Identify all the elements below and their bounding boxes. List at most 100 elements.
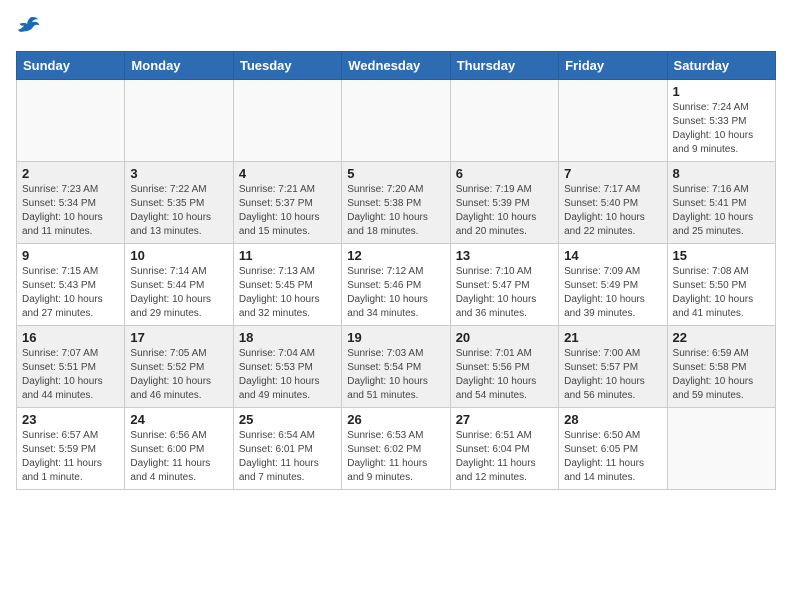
day-number: 23 bbox=[22, 412, 119, 427]
calendar-cell: 5 Sunrise: 7:20 AM Sunset: 5:38 PM Daylig… bbox=[342, 162, 450, 244]
day-number: 20 bbox=[456, 330, 553, 345]
day-of-week-header: Thursday bbox=[450, 52, 558, 80]
day-info: Sunrise: 7:12 AM Sunset: 5:46 PM Dayligh… bbox=[347, 265, 444, 321]
day-number: 4 bbox=[239, 166, 336, 181]
calendar-cell: 23 Sunrise: 6:57 AM Sunset: 5:59 PM Dayli… bbox=[17, 408, 125, 490]
day-number: 26 bbox=[347, 412, 444, 427]
day-info: Sunrise: 7:14 AM Sunset: 5:44 PM Dayligh… bbox=[130, 265, 227, 321]
day-number: 12 bbox=[347, 248, 444, 263]
day-info: Sunrise: 7:08 AM Sunset: 5:50 PM Dayligh… bbox=[673, 265, 770, 321]
day-number: 14 bbox=[564, 248, 661, 263]
logo bbox=[16, 16, 44, 41]
calendar-cell: 4 Sunrise: 7:21 AM Sunset: 5:37 PM Daylig… bbox=[233, 162, 341, 244]
day-number: 6 bbox=[456, 166, 553, 181]
day-info: Sunrise: 6:57 AM Sunset: 5:59 PM Dayligh… bbox=[22, 429, 119, 485]
day-info: Sunrise: 7:15 AM Sunset: 5:43 PM Dayligh… bbox=[22, 265, 119, 321]
day-number: 21 bbox=[564, 330, 661, 345]
calendar-week-row: 1Sunrise: 7:24 AM Sunset: 5:33 PM Daylig… bbox=[17, 80, 776, 162]
calendar-cell: 22 Sunrise: 6:59 AM Sunset: 5:58 PM Dayli… bbox=[667, 326, 775, 408]
day-number: 8 bbox=[673, 166, 770, 181]
calendar-cell: 11 Sunrise: 7:13 AM Sunset: 5:45 PM Dayli… bbox=[233, 244, 341, 326]
day-of-week-header: Friday bbox=[559, 52, 667, 80]
calendar-cell: 20 Sunrise: 7:01 AM Sunset: 5:56 PM Dayli… bbox=[450, 326, 558, 408]
day-number: 27 bbox=[456, 412, 553, 427]
day-of-week-header: Monday bbox=[125, 52, 233, 80]
day-info: Sunrise: 7:09 AM Sunset: 5:49 PM Dayligh… bbox=[564, 265, 661, 321]
calendar-cell bbox=[342, 80, 450, 162]
calendar: SundayMondayTuesdayWednesdayThursdayFrid… bbox=[16, 51, 776, 490]
calendar-cell: 6 Sunrise: 7:19 AM Sunset: 5:39 PM Daylig… bbox=[450, 162, 558, 244]
calendar-week-row: 23 Sunrise: 6:57 AM Sunset: 5:59 PM Dayli… bbox=[17, 408, 776, 490]
day-info: Sunrise: 6:56 AM Sunset: 6:00 PM Dayligh… bbox=[130, 429, 227, 485]
day-info: Sunrise: 7:22 AM Sunset: 5:35 PM Dayligh… bbox=[130, 183, 227, 239]
day-number: 9 bbox=[22, 248, 119, 263]
calendar-cell: 25 Sunrise: 6:54 AM Sunset: 6:01 PM Dayli… bbox=[233, 408, 341, 490]
day-of-week-header: Saturday bbox=[667, 52, 775, 80]
calendar-cell: 14 Sunrise: 7:09 AM Sunset: 5:49 PM Dayli… bbox=[559, 244, 667, 326]
calendar-week-row: 2 Sunrise: 7:23 AM Sunset: 5:34 PM Daylig… bbox=[17, 162, 776, 244]
calendar-cell: 16 Sunrise: 7:07 AM Sunset: 5:51 PM Dayli… bbox=[17, 326, 125, 408]
day-info: Sunrise: 6:53 AM Sunset: 6:02 PM Dayligh… bbox=[347, 429, 444, 485]
day-of-week-header: Wednesday bbox=[342, 52, 450, 80]
day-number: 5 bbox=[347, 166, 444, 181]
day-info: Sunrise: 7:16 AM Sunset: 5:41 PM Dayligh… bbox=[673, 183, 770, 239]
calendar-cell bbox=[559, 80, 667, 162]
calendar-cell: 12 Sunrise: 7:12 AM Sunset: 5:46 PM Dayli… bbox=[342, 244, 450, 326]
calendar-week-row: 16 Sunrise: 7:07 AM Sunset: 5:51 PM Dayli… bbox=[17, 326, 776, 408]
calendar-cell: 2 Sunrise: 7:23 AM Sunset: 5:34 PM Daylig… bbox=[17, 162, 125, 244]
calendar-cell: 27Sunrise: 6:51 AM Sunset: 6:04 PM Dayli… bbox=[450, 408, 558, 490]
day-info: Sunrise: 7:17 AM Sunset: 5:40 PM Dayligh… bbox=[564, 183, 661, 239]
day-info: Sunrise: 7:21 AM Sunset: 5:37 PM Dayligh… bbox=[239, 183, 336, 239]
day-number: 13 bbox=[456, 248, 553, 263]
day-info: Sunrise: 7:19 AM Sunset: 5:39 PM Dayligh… bbox=[456, 183, 553, 239]
calendar-week-row: 9 Sunrise: 7:15 AM Sunset: 5:43 PM Daylig… bbox=[17, 244, 776, 326]
day-info: Sunrise: 7:05 AM Sunset: 5:52 PM Dayligh… bbox=[130, 347, 227, 403]
calendar-cell bbox=[125, 80, 233, 162]
calendar-cell: 18 Sunrise: 7:04 AM Sunset: 5:53 PM Dayli… bbox=[233, 326, 341, 408]
day-info: Sunrise: 7:01 AM Sunset: 5:56 PM Dayligh… bbox=[456, 347, 553, 403]
day-info: Sunrise: 7:10 AM Sunset: 5:47 PM Dayligh… bbox=[456, 265, 553, 321]
day-number: 15 bbox=[673, 248, 770, 263]
calendar-cell: 7Sunrise: 7:17 AM Sunset: 5:40 PM Daylig… bbox=[559, 162, 667, 244]
day-of-week-header: Tuesday bbox=[233, 52, 341, 80]
day-info: Sunrise: 7:00 AM Sunset: 5:57 PM Dayligh… bbox=[564, 347, 661, 403]
day-info: Sunrise: 7:13 AM Sunset: 5:45 PM Dayligh… bbox=[239, 265, 336, 321]
day-info: Sunrise: 7:20 AM Sunset: 5:38 PM Dayligh… bbox=[347, 183, 444, 239]
day-number: 19 bbox=[347, 330, 444, 345]
day-number: 11 bbox=[239, 248, 336, 263]
day-number: 25 bbox=[239, 412, 336, 427]
day-number: 22 bbox=[673, 330, 770, 345]
day-number: 28 bbox=[564, 412, 661, 427]
day-info: Sunrise: 6:54 AM Sunset: 6:01 PM Dayligh… bbox=[239, 429, 336, 485]
day-info: Sunrise: 6:50 AM Sunset: 6:05 PM Dayligh… bbox=[564, 429, 661, 485]
calendar-cell bbox=[233, 80, 341, 162]
calendar-cell: 17Sunrise: 7:05 AM Sunset: 5:52 PM Dayli… bbox=[125, 326, 233, 408]
calendar-cell: 3 Sunrise: 7:22 AM Sunset: 5:35 PM Daylig… bbox=[125, 162, 233, 244]
day-info: Sunrise: 7:03 AM Sunset: 5:54 PM Dayligh… bbox=[347, 347, 444, 403]
day-number: 18 bbox=[239, 330, 336, 345]
calendar-cell: 9 Sunrise: 7:15 AM Sunset: 5:43 PM Daylig… bbox=[17, 244, 125, 326]
day-info: Sunrise: 7:23 AM Sunset: 5:34 PM Dayligh… bbox=[22, 183, 119, 239]
day-info: Sunrise: 7:04 AM Sunset: 5:53 PM Dayligh… bbox=[239, 347, 336, 403]
day-number: 10 bbox=[130, 248, 227, 263]
calendar-cell: 19 Sunrise: 7:03 AM Sunset: 5:54 PM Dayli… bbox=[342, 326, 450, 408]
calendar-cell bbox=[450, 80, 558, 162]
day-info: Sunrise: 6:59 AM Sunset: 5:58 PM Dayligh… bbox=[673, 347, 770, 403]
day-number: 24 bbox=[130, 412, 227, 427]
day-of-week-header: Sunday bbox=[17, 52, 125, 80]
calendar-cell: 28 Sunrise: 6:50 AM Sunset: 6:05 PM Dayli… bbox=[559, 408, 667, 490]
calendar-cell: 10 Sunrise: 7:14 AM Sunset: 5:44 PM Dayli… bbox=[125, 244, 233, 326]
calendar-cell: 8 Sunrise: 7:16 AM Sunset: 5:41 PM Daylig… bbox=[667, 162, 775, 244]
day-number: 16 bbox=[22, 330, 119, 345]
calendar-cell: 26 Sunrise: 6:53 AM Sunset: 6:02 PM Dayli… bbox=[342, 408, 450, 490]
page-header bbox=[16, 16, 776, 41]
calendar-header-row: SundayMondayTuesdayWednesdayThursdayFrid… bbox=[17, 52, 776, 80]
day-number: 2 bbox=[22, 166, 119, 181]
calendar-cell bbox=[17, 80, 125, 162]
calendar-cell: 24 Sunrise: 6:56 AM Sunset: 6:00 PM Dayli… bbox=[125, 408, 233, 490]
calendar-cell: 1Sunrise: 7:24 AM Sunset: 5:33 PM Daylig… bbox=[667, 80, 775, 162]
day-number: 3 bbox=[130, 166, 227, 181]
logo-icon bbox=[16, 16, 40, 41]
day-info: Sunrise: 7:24 AM Sunset: 5:33 PM Dayligh… bbox=[673, 101, 770, 157]
day-info: Sunrise: 7:07 AM Sunset: 5:51 PM Dayligh… bbox=[22, 347, 119, 403]
